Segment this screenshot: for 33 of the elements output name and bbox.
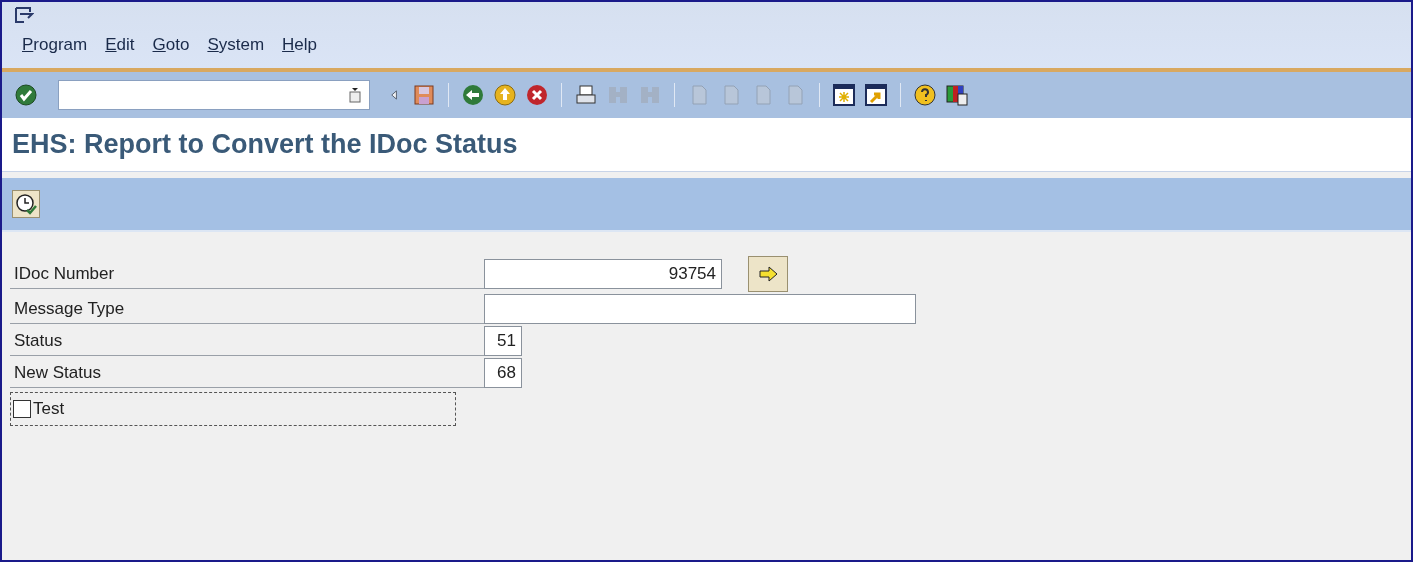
- checkbox[interactable]: [13, 400, 31, 418]
- command-field[interactable]: [58, 80, 370, 110]
- arrow-right-icon: [757, 265, 779, 283]
- field-label: New Status: [10, 358, 484, 388]
- menu-item[interactable]: Edit: [105, 32, 135, 58]
- save-icon[interactable]: [412, 83, 436, 107]
- clock-icon: [15, 193, 37, 215]
- back-icon[interactable]: [461, 83, 485, 107]
- menu-item[interactable]: Goto: [152, 32, 190, 58]
- checkbox-label: Test: [33, 398, 65, 421]
- layout-icon[interactable]: [945, 83, 969, 107]
- input-field[interactable]: [484, 294, 916, 324]
- input-field[interactable]: 93754: [484, 259, 722, 289]
- new-window-icon[interactable]: [832, 83, 856, 107]
- execute-button[interactable]: [12, 190, 40, 218]
- exit-icon[interactable]: [493, 83, 517, 107]
- field-label: Status: [10, 326, 484, 356]
- input-field[interactable]: 51: [484, 326, 522, 356]
- checkmark-icon[interactable]: [14, 83, 38, 107]
- menu-item[interactable]: Help: [282, 32, 318, 58]
- menu-icon[interactable]: [14, 6, 34, 24]
- menu-item[interactable]: Program: [22, 32, 88, 58]
- field-label: IDoc Number: [10, 259, 484, 289]
- menu-item[interactable]: System: [207, 32, 265, 58]
- field-label: Message Type: [10, 294, 484, 324]
- test-checkbox[interactable]: Test: [10, 392, 456, 426]
- shortcut-icon[interactable]: [864, 83, 888, 107]
- page-title: EHS: Report to Convert the IDoc Status: [12, 128, 518, 162]
- print-icon[interactable]: [574, 83, 598, 107]
- input-field[interactable]: 68: [484, 358, 522, 388]
- help-icon[interactable]: [913, 83, 937, 107]
- arrow-button[interactable]: [748, 256, 788, 292]
- cancel-icon[interactable]: [525, 83, 549, 107]
